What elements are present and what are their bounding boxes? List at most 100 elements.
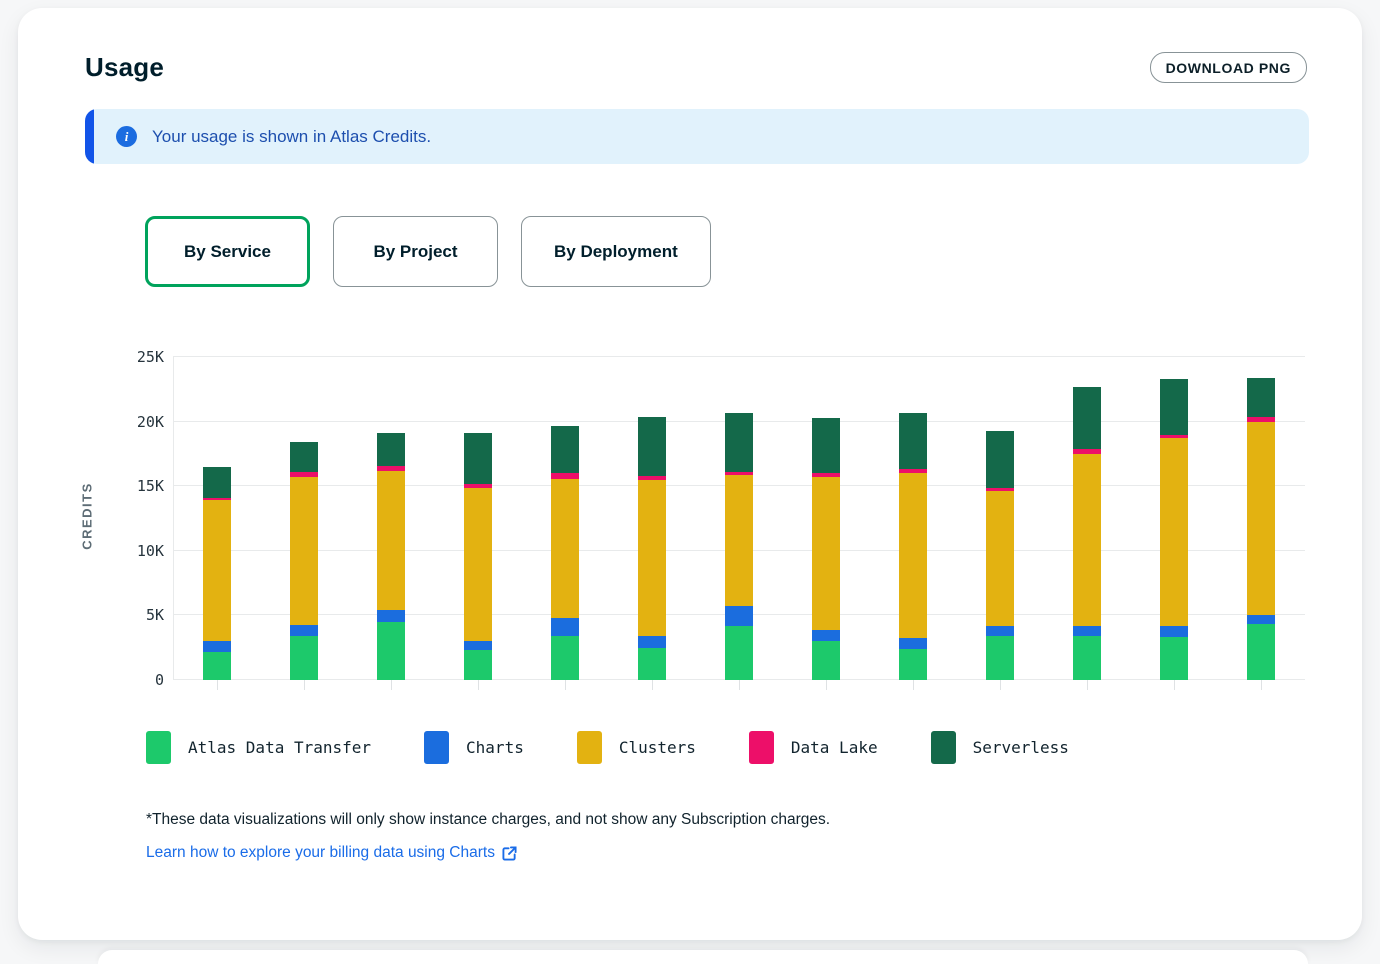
bar-segment-atlas-data-transfer[interactable] — [899, 649, 927, 680]
stacked-bar-9[interactable] — [899, 357, 927, 680]
bar-segment-serverless[interactable] — [812, 418, 840, 474]
legend-swatch-atlas-data-transfer — [146, 731, 171, 764]
bar-segment-atlas-data-transfer[interactable] — [290, 636, 318, 680]
bar-segment-charts[interactable] — [899, 638, 927, 649]
bar-segment-clusters[interactable] — [1073, 454, 1101, 626]
stacked-bar-12[interactable] — [1160, 357, 1188, 680]
bar-segment-clusters[interactable] — [1160, 438, 1188, 625]
bar-segment-clusters[interactable] — [290, 477, 318, 626]
info-icon: i — [116, 126, 137, 147]
charts-learn-link[interactable]: Learn how to explore your billing data u… — [146, 844, 517, 862]
bar-segment-charts[interactable] — [1247, 615, 1275, 624]
bar-segment-serverless[interactable] — [203, 467, 231, 498]
bar-segment-clusters[interactable] — [203, 500, 231, 641]
bar-segment-atlas-data-transfer[interactable] — [812, 641, 840, 680]
stacked-bar-8[interactable] — [812, 357, 840, 680]
bar-segment-charts[interactable] — [1073, 626, 1101, 636]
stacked-bar-13[interactable] — [1247, 357, 1275, 680]
legend-swatch-clusters — [577, 731, 602, 764]
stacked-bar-2[interactable] — [290, 357, 318, 680]
bar-segment-charts[interactable] — [986, 626, 1014, 636]
bar-segment-atlas-data-transfer[interactable] — [377, 622, 405, 680]
stacked-bar-6[interactable] — [638, 357, 666, 680]
x-tick-5 — [565, 680, 566, 690]
legend-item-data-lake[interactable]: Data Lake — [749, 731, 878, 764]
bar-segment-charts[interactable] — [290, 625, 318, 636]
stacked-bar-3[interactable] — [377, 357, 405, 680]
bar-segment-serverless[interactable] — [377, 433, 405, 466]
bar-segment-charts[interactable] — [203, 641, 231, 651]
tab-by-deployment[interactable]: By Deployment — [521, 216, 711, 287]
bar-segment-clusters[interactable] — [725, 475, 753, 606]
bar-segment-clusters[interactable] — [377, 471, 405, 611]
bar-segment-clusters[interactable] — [551, 479, 579, 618]
bar-segment-clusters[interactable] — [464, 488, 492, 641]
bar-segment-atlas-data-transfer[interactable] — [1160, 637, 1188, 680]
banner-accent-bar — [85, 109, 94, 164]
x-tick-2 — [304, 680, 305, 690]
bar-segment-serverless[interactable] — [1247, 378, 1275, 417]
x-tick-6 — [652, 680, 653, 690]
bar-segment-atlas-data-transfer[interactable] — [725, 626, 753, 680]
bar-segment-clusters[interactable] — [1247, 422, 1275, 616]
view-tabs: By Service By Project By Deployment — [145, 216, 1310, 287]
y-axis-line — [173, 357, 174, 680]
download-png-button[interactable]: DOWNLOAD PNG — [1150, 52, 1307, 83]
x-tick-9 — [913, 680, 914, 690]
bar-segment-clusters[interactable] — [812, 477, 840, 630]
tab-by-service[interactable]: By Service — [145, 216, 310, 287]
tab-by-project[interactable]: By Project — [333, 216, 498, 287]
legend-label-charts: Charts — [466, 738, 524, 757]
bar-segment-atlas-data-transfer[interactable] — [551, 636, 579, 680]
legend-item-atlas-data-transfer[interactable]: Atlas Data Transfer — [146, 731, 371, 764]
bar-segment-charts[interactable] — [551, 618, 579, 636]
bar-segment-atlas-data-transfer[interactable] — [1247, 624, 1275, 680]
bar-segment-serverless[interactable] — [551, 426, 579, 473]
bar-segment-atlas-data-transfer[interactable] — [638, 648, 666, 680]
stacked-bar-4[interactable] — [464, 357, 492, 680]
bar-segment-clusters[interactable] — [899, 473, 927, 638]
stacked-bar-10[interactable] — [986, 357, 1014, 680]
next-card-edge — [98, 950, 1308, 964]
legend-item-clusters[interactable]: Clusters — [577, 731, 696, 764]
bar-segment-serverless[interactable] — [464, 433, 492, 483]
x-tick-1 — [217, 680, 218, 690]
stacked-bar-11[interactable] — [1073, 357, 1101, 680]
bar-segment-serverless[interactable] — [986, 431, 1014, 487]
page-title: Usage — [85, 52, 164, 83]
legend-label-serverless: Serverless — [973, 738, 1069, 757]
banner-text: Your usage is shown in Atlas Credits. — [152, 127, 431, 147]
legend-label-atlas-data-transfer: Atlas Data Transfer — [188, 738, 371, 757]
stacked-bar-7[interactable] — [725, 357, 753, 680]
bar-segment-atlas-data-transfer[interactable] — [1073, 636, 1101, 680]
stacked-bar-5[interactable] — [551, 357, 579, 680]
bar-segment-atlas-data-transfer[interactable] — [464, 650, 492, 680]
y-axis-label: CREDITS — [80, 482, 95, 550]
charts-learn-link-label: Learn how to explore your billing data u… — [146, 844, 495, 862]
stacked-bar-1[interactable] — [203, 357, 231, 680]
bar-segment-clusters[interactable] — [638, 480, 666, 636]
bar-segment-clusters[interactable] — [986, 491, 1014, 625]
y-tick-label-5K: 5K — [146, 606, 164, 624]
external-link-icon — [502, 846, 517, 861]
bar-segment-serverless[interactable] — [725, 413, 753, 472]
bar-segment-atlas-data-transfer[interactable] — [203, 652, 231, 680]
bar-segment-serverless[interactable] — [1160, 379, 1188, 435]
bar-segment-charts[interactable] — [377, 610, 405, 622]
usage-chart: CREDITS 05K10K15K20K25K — [85, 347, 1310, 685]
x-tick-3 — [391, 680, 392, 690]
legend-label-clusters: Clusters — [619, 738, 696, 757]
bar-segment-charts[interactable] — [725, 606, 753, 625]
plot-area: 05K10K15K20K25K — [173, 357, 1305, 680]
legend-item-serverless[interactable]: Serverless — [931, 731, 1069, 764]
bar-segment-charts[interactable] — [638, 636, 666, 648]
bar-segment-charts[interactable] — [812, 630, 840, 642]
bar-segment-serverless[interactable] — [899, 413, 927, 469]
bar-segment-charts[interactable] — [1160, 626, 1188, 638]
bar-segment-serverless[interactable] — [1073, 387, 1101, 449]
legend-item-charts[interactable]: Charts — [424, 731, 524, 764]
bar-segment-serverless[interactable] — [638, 417, 666, 476]
bar-segment-atlas-data-transfer[interactable] — [986, 636, 1014, 680]
bar-segment-charts[interactable] — [464, 641, 492, 650]
bar-segment-serverless[interactable] — [290, 442, 318, 472]
